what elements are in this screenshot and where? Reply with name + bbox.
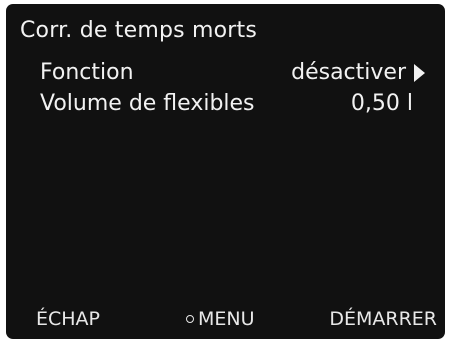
menu-row-value: 0,50 l bbox=[350, 91, 413, 116]
escape-softkey[interactable]: ÉCHAP bbox=[36, 308, 100, 330]
menu-softkey[interactable]: MENU bbox=[186, 308, 255, 330]
menu-row-volume-flexibles[interactable]: Volume de flexibles 0,50 l bbox=[40, 91, 425, 121]
menu-softkey-label: MENU bbox=[198, 308, 255, 330]
menu-row-value: désactiver bbox=[291, 60, 406, 85]
menu-row-label: Volume de flexibles bbox=[40, 91, 255, 116]
menu-row-label: Fonction bbox=[40, 60, 134, 85]
menu-row-fonction[interactable]: Fonction désactiver bbox=[40, 60, 425, 90]
triangle-right-icon bbox=[414, 63, 425, 82]
softkey-bar: ÉCHAP MENU DÉMARRER bbox=[6, 308, 445, 334]
circle-icon bbox=[186, 315, 194, 323]
menu-row-value-wrap: désactiver bbox=[291, 60, 425, 85]
start-softkey[interactable]: DÉMARRER bbox=[329, 308, 437, 330]
screen-title: Corr. de temps morts bbox=[20, 18, 258, 43]
device-display: Corr. de temps morts Fonction désactiver… bbox=[6, 4, 445, 339]
